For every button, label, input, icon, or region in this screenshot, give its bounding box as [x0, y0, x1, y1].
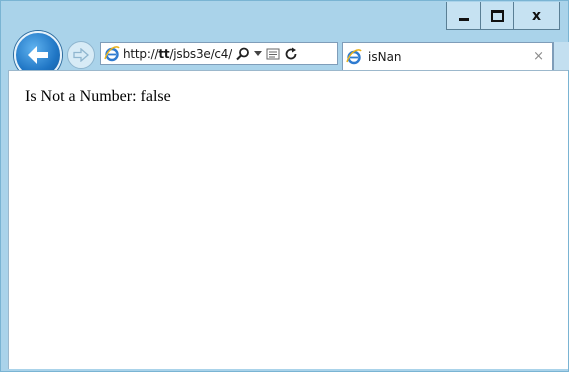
tab-title: isNan [368, 49, 402, 64]
back-arrow-icon [28, 46, 48, 64]
new-tab-button[interactable] [553, 42, 569, 70]
tab-ie-logo-icon [346, 48, 362, 65]
minimize-icon [458, 18, 469, 21]
url-text[interactable]: http://tt/jsbs3e/c4/ [123, 47, 232, 61]
page-content: Is Not a Number: false [8, 70, 568, 369]
caption-buttons: x [446, 2, 560, 30]
search-icon[interactable] [236, 47, 250, 61]
refresh-icon[interactable] [284, 47, 298, 61]
maximize-icon [490, 9, 504, 22]
minimize-button[interactable] [447, 2, 480, 29]
forward-arrow-icon [73, 48, 89, 62]
page-text: Is Not a Number: false [25, 88, 171, 105]
address-bar[interactable]: http://tt/jsbs3e/c4/ [100, 42, 338, 65]
compatibility-view-icon[interactable] [266, 47, 280, 61]
address-tools [236, 47, 298, 61]
browser-window: x http://tt/jsbs3e/c4/ isNan × Is Not a … [0, 0, 569, 372]
url-host: tt [158, 46, 170, 61]
forward-button[interactable] [67, 41, 95, 69]
chevron-down-icon[interactable] [254, 50, 263, 57]
tab-close-button[interactable]: × [533, 49, 544, 64]
close-icon: x [531, 7, 542, 24]
maximize-button[interactable] [480, 2, 513, 29]
close-button[interactable]: x [513, 2, 559, 29]
url-prefix: http:// [123, 46, 159, 61]
ie-logo-icon [104, 45, 120, 62]
tab-isnan[interactable]: isNan × [342, 42, 553, 70]
url-path: /jsbs3e/c4/ [169, 46, 233, 61]
